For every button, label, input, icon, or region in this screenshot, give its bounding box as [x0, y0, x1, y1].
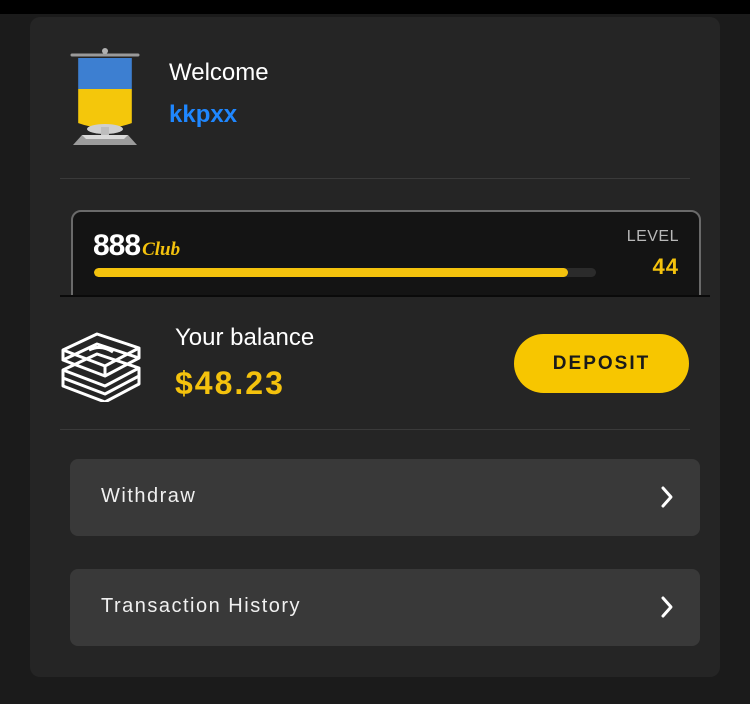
club-logo-number: 888	[93, 229, 141, 262]
chevron-right-icon	[661, 486, 673, 508]
level-progress-bar	[94, 268, 596, 277]
chevron-right-icon	[661, 596, 673, 618]
withdraw-label: Withdraw	[101, 485, 197, 507]
deposit-button[interactable]: DEPOSIT	[514, 334, 689, 393]
level-value: 44	[652, 254, 679, 279]
888club-logo: 888 Club	[93, 227, 180, 261]
money-stack-icon	[61, 332, 141, 402]
top-strip	[0, 0, 750, 14]
withdraw-item[interactable]: Withdraw	[70, 459, 700, 536]
club-logo-word: Club	[142, 239, 181, 260]
level-progress-fill	[94, 268, 569, 277]
transaction-history-item[interactable]: Transaction History	[70, 569, 700, 646]
ukraine-flag-banner-icon	[70, 48, 140, 145]
transaction-history-label: Transaction History	[101, 595, 302, 617]
header-divider	[60, 178, 690, 179]
balance-divider	[60, 429, 690, 430]
level-label: LEVEL	[626, 228, 679, 245]
balance-amount: $48.23	[175, 365, 285, 401]
welcome-text: Welcome	[169, 59, 269, 86]
username[interactable]: kkpxx	[169, 101, 237, 129]
balance-label: Your balance	[175, 324, 315, 351]
account-panel: Welcome kkpxx 888 Club LEVEL 44 Your bal…	[30, 17, 720, 677]
